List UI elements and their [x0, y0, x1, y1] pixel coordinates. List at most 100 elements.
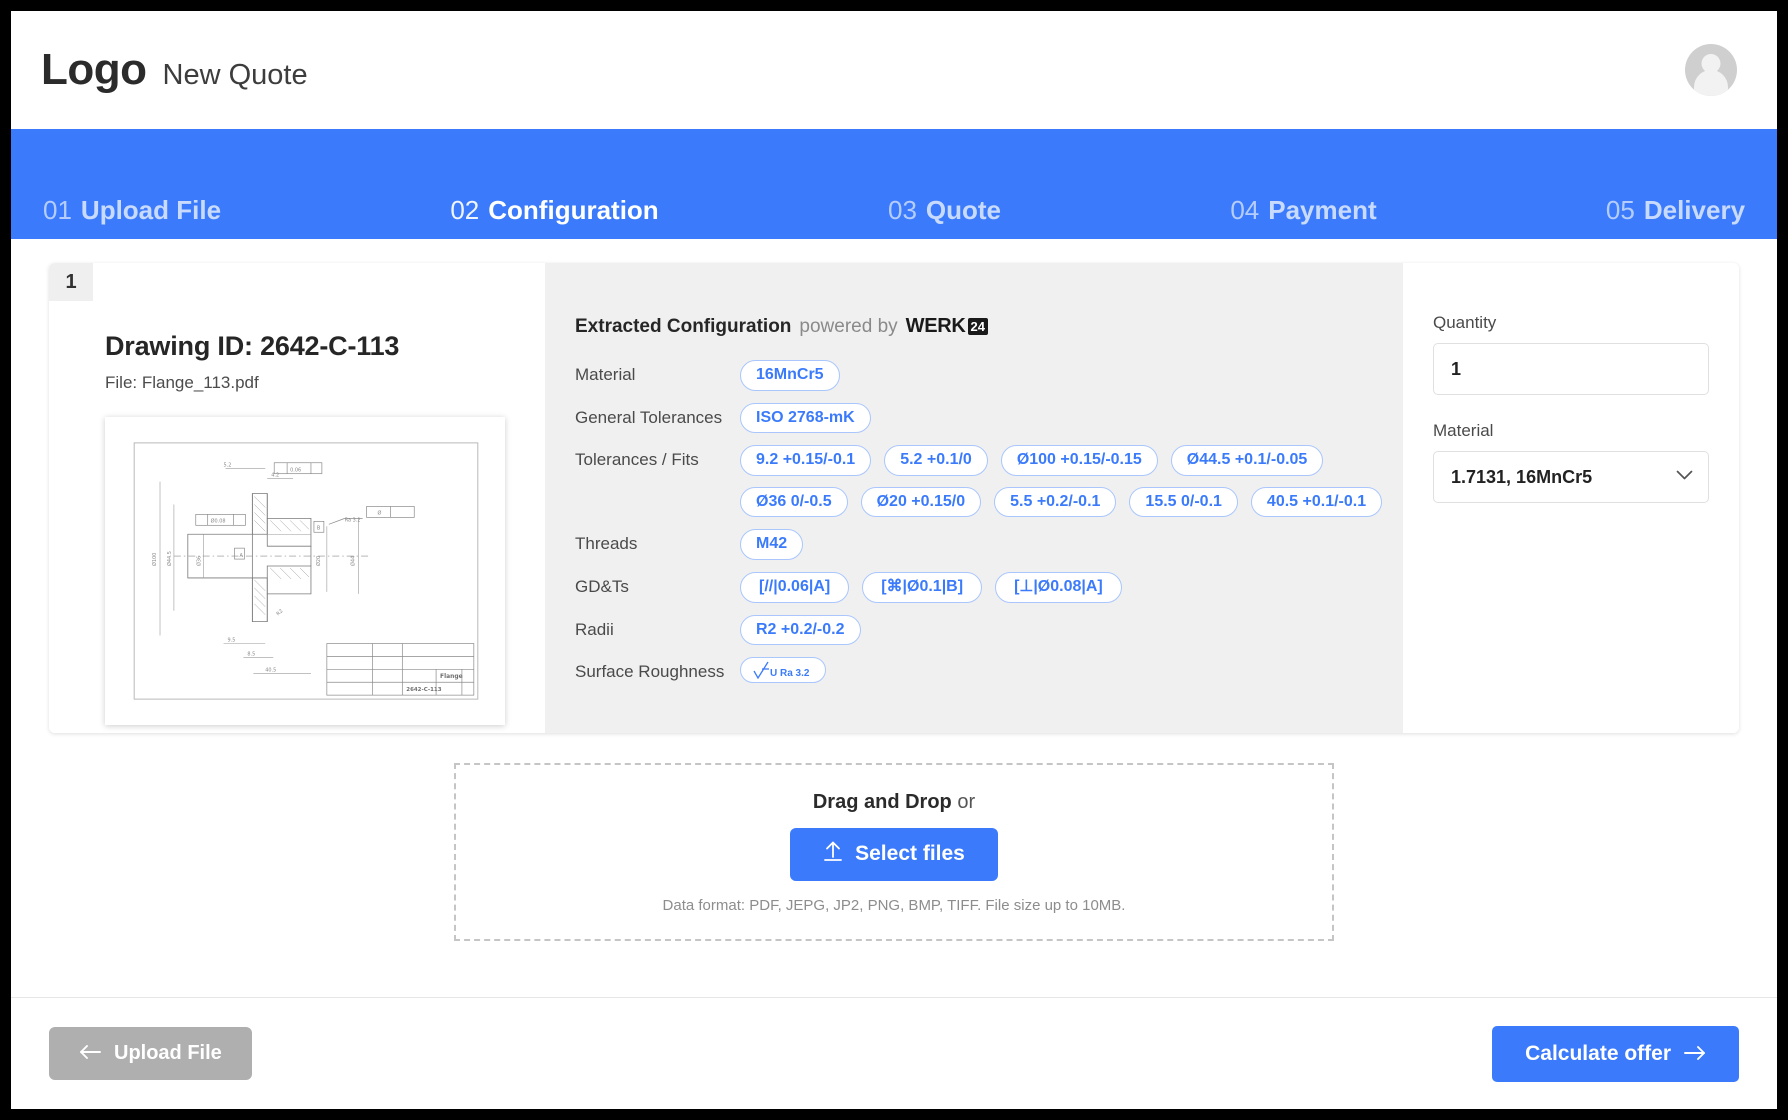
quantity-input[interactable]	[1433, 343, 1709, 395]
arrow-right-icon	[1684, 1042, 1706, 1066]
config-value-pill[interactable]: 16MnCr5	[740, 360, 840, 391]
svg-text:0.06: 0.06	[290, 468, 301, 474]
logo: Logo	[41, 45, 147, 94]
surface-roughness-symbol-icon: U Ra 3.2	[753, 661, 810, 680]
config-row-values: ISO 2768-mK	[740, 402, 871, 434]
surface-roughness-value: U Ra 3.2	[770, 668, 810, 680]
main-content: 1 Drawing ID: 2642-C-113 File: Flange_11…	[11, 239, 1777, 997]
user-avatar-icon[interactable]	[1685, 44, 1737, 96]
werk24-badge: 24	[967, 318, 989, 335]
svg-text:Ø44.5: Ø44.5	[166, 551, 173, 566]
config-row-tolerances-fits: Tolerances / Fits 9.2 +0.15/-0.1 5.2 +0.…	[575, 445, 1403, 518]
config-row-values: U Ra 3.2	[740, 657, 827, 684]
werk24-wordmark: WERK	[905, 315, 966, 337]
select-files-button[interactable]: Select files	[790, 827, 998, 881]
step-configuration[interactable]: 02 Configuration	[450, 197, 658, 223]
svg-text:Ø20: Ø20	[315, 556, 322, 566]
step-delivery[interactable]: 05 Delivery	[1606, 197, 1745, 223]
step-label: Upload File	[80, 195, 222, 225]
config-row-values: 16MnCr5	[740, 360, 840, 391]
config-value-pill[interactable]: Ø36 0/-0.5	[740, 486, 848, 518]
step-payment[interactable]: 04 Payment	[1230, 197, 1376, 223]
svg-text:Ø100: Ø100	[151, 553, 158, 566]
app-window: Logo New Quote 01 Upload File 02 Configu…	[11, 11, 1777, 1109]
calculate-offer-label: Calculate offer	[1525, 1041, 1671, 1065]
config-row-values: M42	[740, 529, 804, 560]
config-value-pill[interactable]: [//|0.06|A]	[740, 571, 850, 603]
material-label: Material	[1433, 421, 1494, 440]
extracted-config-heading-rest: powered by	[799, 315, 898, 337]
title-block-part-name: Flange	[440, 673, 463, 680]
step-number: 01	[43, 195, 72, 225]
drawing-preview-panel: 1 Drawing ID: 2642-C-113 File: Flange_11…	[49, 263, 545, 733]
material-select[interactable]: 1.7131, 16MnCr5	[1433, 451, 1709, 503]
material-select-wrapper: 1.7131, 16MnCr5	[1433, 451, 1709, 503]
config-value-pill[interactable]: Ø20 +0.15/0	[860, 486, 982, 518]
svg-text:5.2: 5.2	[224, 463, 232, 469]
extracted-config-heading: Extracted Configuration powered by WERK …	[575, 315, 1403, 338]
svg-text:4.2: 4.2	[271, 473, 279, 479]
step-label: Quote	[925, 195, 1002, 225]
svg-text:8.5: 8.5	[247, 651, 255, 657]
part-configuration-card: 1 Drawing ID: 2642-C-113 File: Flange_11…	[49, 263, 1739, 733]
order-options-panel: Quantity Material 1.7131, 16MnCr5	[1403, 263, 1739, 733]
step-number: 04	[1230, 195, 1260, 225]
drawing-file-name: File: Flange_113.pdf	[105, 373, 259, 392]
step-quote[interactable]: 03 Quote	[888, 197, 1001, 223]
config-value-pill[interactable]: 5.5 +0.2/-0.1	[994, 486, 1117, 518]
upload-file-back-label: Upload File	[114, 1042, 222, 1064]
progress-stepper: 01 Upload File 02 Configuration 03 Quote…	[11, 129, 1777, 239]
upload-icon	[823, 841, 843, 868]
config-value-pill-roughness[interactable]: U Ra 3.2	[740, 657, 827, 684]
config-value-pill[interactable]: 40.5 +0.1/-0.1	[1250, 486, 1383, 518]
config-value-pill[interactable]: Ø44.5 +0.1/-0.05	[1170, 445, 1324, 476]
svg-text:9.5: 9.5	[228, 638, 236, 644]
calculate-offer-button[interactable]: Calculate offer	[1492, 1025, 1739, 1082]
config-value-pill[interactable]: 5.2 +0.1/0	[884, 445, 988, 476]
page-title: New Quote	[162, 59, 308, 91]
material-select-value: 1.7131, 16MnCr5	[1451, 466, 1593, 487]
config-value-pill[interactable]: [⊥|Ø0.08|A]	[995, 571, 1122, 603]
field-spacer	[1433, 395, 1709, 421]
config-row-material: Material 16MnCr5	[575, 360, 1403, 391]
config-row-values: [//|0.06|A] [⌘|Ø0.1|B] [⊥|Ø0.08|A]	[740, 571, 1122, 603]
config-value-pill[interactable]: M42	[740, 529, 804, 560]
extracted-configuration-panel: Extracted Configuration powered by WERK …	[545, 263, 1403, 733]
config-row-label: Radii	[575, 619, 614, 639]
config-value-pill[interactable]: 9.2 +0.15/-0.1	[740, 445, 872, 476]
drawing-id-title: Drawing ID: 2642-C-113	[105, 331, 400, 361]
config-row-values: 9.2 +0.15/-0.1 5.2 +0.1/0 Ø100 +0.15/-0.…	[740, 445, 1403, 518]
part-index-badge: 1	[49, 263, 93, 301]
config-row-values: R2 +0.2/-0.2	[740, 614, 861, 646]
dropzone-title-rest: or	[957, 790, 976, 813]
file-dropzone[interactable]: Drag and Drop or Select files Data forma…	[454, 763, 1334, 941]
config-value-pill[interactable]: Ø100 +0.15/-0.15	[1000, 445, 1158, 476]
avatar-body-shape	[1694, 70, 1728, 96]
step-number: 05	[1605, 195, 1635, 225]
config-row-label: GD&Ts	[575, 576, 629, 596]
svg-text:Ra 3.2: Ra 3.2	[345, 517, 361, 523]
config-row-surface-roughness: Surface Roughness U Ra 3.2	[575, 657, 1403, 687]
config-value-pill[interactable]: ISO 2768-mK	[740, 402, 871, 434]
svg-text:Ø44: Ø44	[350, 556, 357, 566]
dropzone-title-bold: Drag and Drop	[812, 790, 952, 813]
config-row-radii: Radii R2 +0.2/-0.2	[575, 614, 1403, 646]
config-row-label: General Tolerances	[575, 407, 723, 427]
config-value-pill[interactable]: [⌘|Ø0.1|B]	[862, 571, 983, 603]
config-row-threads: Threads M42	[575, 529, 1403, 560]
title-block-part-number: 2642-C-113	[406, 687, 441, 693]
quantity-label: Quantity	[1433, 313, 1497, 332]
config-value-pill[interactable]: 15.5 0/-0.1	[1129, 486, 1238, 518]
extracted-config-heading-bold: Extracted Configuration	[575, 315, 792, 337]
config-value-pill[interactable]: R2 +0.2/-0.2	[740, 614, 861, 646]
config-row-gdts: GD&Ts [//|0.06|A] [⌘|Ø0.1|B] [⊥|Ø0.08|A]	[575, 571, 1403, 603]
dropzone-title: Drag and Drop or	[813, 791, 975, 814]
config-row-label: Tolerances / Fits	[575, 450, 699, 470]
technical-drawing-thumbnail[interactable]: 5.2 4.2 0.06 Ø0.08 A B Ra 3.2 Ø 9.5 8.5 …	[105, 417, 505, 725]
step-number: 02	[450, 195, 480, 225]
step-upload-file[interactable]: 01 Upload File	[43, 197, 221, 223]
upload-file-back-button[interactable]: Upload File	[49, 1027, 252, 1080]
step-number: 03	[887, 195, 917, 225]
svg-text:B: B	[317, 525, 321, 531]
dropzone-note: Data format: PDF, JEPG, JP2, PNG, BMP, T…	[662, 896, 1126, 914]
